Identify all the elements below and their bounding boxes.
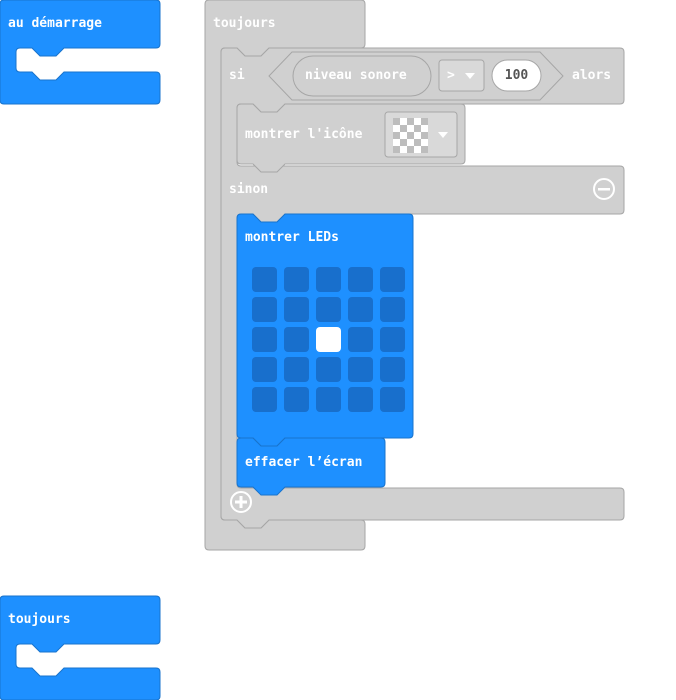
on-start-label: au démarrage — [8, 16, 102, 31]
led-cell-off[interactable] — [252, 267, 277, 292]
led-cell-off[interactable] — [252, 327, 277, 352]
else-label: sinon — [229, 182, 269, 197]
led-cell-off[interactable] — [316, 387, 341, 412]
led-cell-off[interactable] — [380, 267, 405, 292]
led-cell-off[interactable] — [380, 357, 405, 382]
clear-screen-label: effacer l’écran — [245, 455, 363, 470]
led-cell-off[interactable] — [316, 357, 341, 382]
operator-dropdown[interactable] — [438, 59, 485, 92]
led-cell-off[interactable] — [380, 387, 405, 412]
led-cell-off[interactable] — [348, 297, 373, 322]
led-cell-off[interactable] — [284, 327, 309, 352]
led-cell-off[interactable] — [252, 297, 277, 322]
led-cell-off[interactable] — [284, 387, 309, 412]
led-cell-off[interactable] — [348, 267, 373, 292]
sound-level-label: niveau sonore — [305, 68, 407, 83]
then-label: alors — [572, 68, 612, 83]
led-cell-off[interactable] — [284, 357, 309, 382]
led-cell-off[interactable] — [252, 357, 277, 382]
operator-label: > — [447, 68, 455, 83]
minus-icon — [598, 188, 610, 191]
led-grid — [252, 267, 405, 412]
value-label: 100 — [504, 68, 529, 83]
led-cell-on[interactable] — [316, 327, 341, 352]
show-icon-label: montrer l'icône — [245, 127, 363, 142]
led-cell-off[interactable] — [316, 267, 341, 292]
forever-second-label: toujours — [8, 612, 71, 627]
if-label: si — [229, 68, 245, 83]
led-cell-off[interactable] — [284, 267, 309, 292]
checkerboard-icon — [393, 118, 428, 153]
show-leds-label: montrer LEDs — [245, 230, 339, 245]
led-cell-off[interactable] — [316, 297, 341, 322]
led-cell-off[interactable] — [348, 327, 373, 352]
led-cell-off[interactable] — [380, 327, 405, 352]
led-cell-off[interactable] — [380, 297, 405, 322]
led-cell-off[interactable] — [284, 297, 309, 322]
forever-main-label: toujours — [213, 16, 276, 31]
led-cell-off[interactable] — [348, 357, 373, 382]
led-cell-off[interactable] — [252, 387, 277, 412]
led-cell-off[interactable] — [348, 387, 373, 412]
